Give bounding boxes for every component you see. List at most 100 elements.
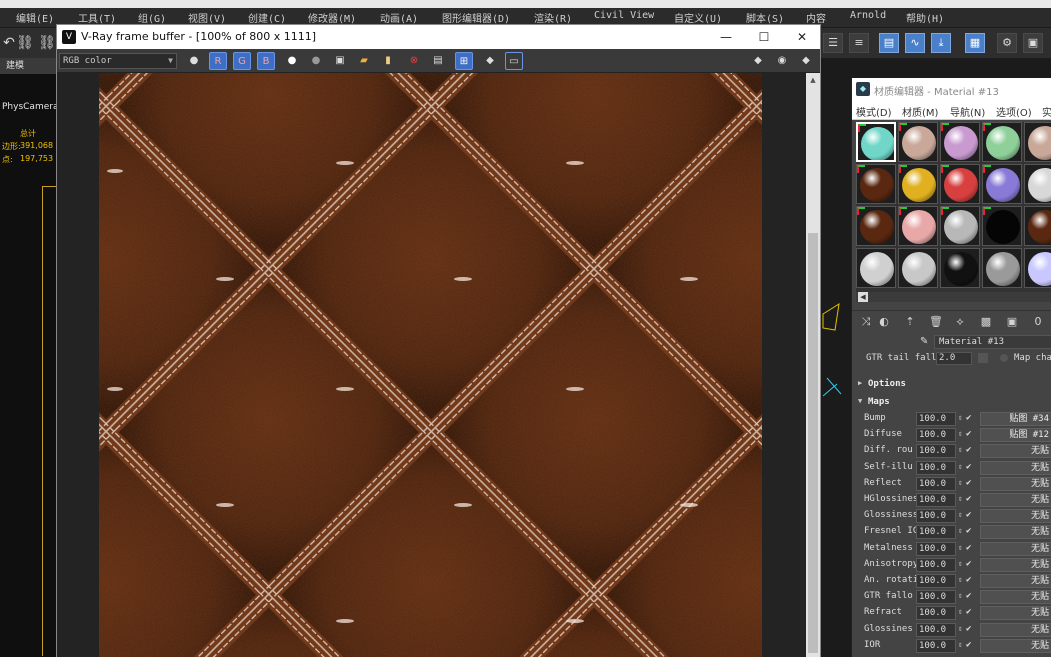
lens-effects-icon[interactable]: ◆ [797, 52, 815, 70]
unlink-icon[interactable]: ⛓ [38, 34, 56, 52]
material-slot[interactable] [898, 122, 938, 162]
red-channel-button[interactable]: R [209, 52, 227, 70]
material-slot[interactable] [1024, 164, 1051, 204]
material-slot[interactable] [982, 248, 1022, 288]
map-enabled-checkbox[interactable]: ✔ [966, 607, 971, 617]
material-slot[interactable] [1024, 206, 1051, 246]
vfb-titlebar[interactable]: V V-Ray frame buffer - [100% of 800 x 11… [57, 25, 820, 49]
scroll-up-icon[interactable]: ▲ [808, 75, 818, 85]
material-editor-titlebar[interactable]: ◆ 材质编辑器 - Material #13 [852, 78, 1051, 100]
history-icon[interactable]: ◉ [773, 52, 791, 70]
map-enabled-checkbox[interactable]: ✔ [966, 478, 971, 488]
material-slot[interactable] [940, 164, 980, 204]
material-slot[interactable] [1024, 248, 1051, 288]
render-frame-icon[interactable]: ▣ [1023, 33, 1043, 53]
save-image-icon[interactable]: ▣ [331, 52, 349, 70]
map-amount-spinner[interactable]: 100.0 [916, 509, 956, 524]
material-slot[interactable] [940, 122, 980, 162]
material-slot[interactable] [982, 206, 1022, 246]
menu-rendering[interactable]: 渲染(R) [534, 10, 572, 25]
vfb-canvas[interactable]: ▲ [57, 73, 820, 657]
map-amount-spinner[interactable]: 100.0 [916, 622, 956, 637]
spinner-arrows-icon[interactable]: ⇕ [958, 526, 963, 535]
menu-animation[interactable]: 动画(A) [380, 10, 418, 25]
blue-channel-button[interactable]: B [257, 52, 275, 70]
menu-civil-view[interactable]: Civil View [594, 10, 654, 21]
menu-tools[interactable]: 工具(T) [78, 10, 116, 25]
spinner-arrows-icon[interactable]: ⇕ [958, 607, 963, 616]
rendered-image[interactable] [99, 73, 762, 657]
sample-slots-scrollbar[interactable]: ◀ [856, 292, 1051, 302]
camera-viewport[interactable]: PhysCamera 总计 边形: 391,068 点: 197,753 [0, 74, 58, 657]
menu-views[interactable]: 视图(V) [188, 10, 226, 25]
map-amount-spinner[interactable]: 100.0 [916, 638, 956, 653]
map-enabled-checkbox[interactable]: ✔ [966, 494, 971, 504]
make-unique-icon[interactable]: ⟡ [952, 314, 968, 330]
map-slot-button[interactable]: 无贴 [980, 541, 1051, 556]
close-icon[interactable]: ✕ [793, 28, 811, 46]
gtr-map-button[interactable] [978, 353, 988, 363]
spinner-arrows-icon[interactable]: ⇕ [958, 413, 963, 422]
render-last-icon[interactable]: ◆ [481, 52, 499, 70]
map-amount-spinner[interactable]: 100.0 [916, 412, 956, 426]
vfb-vertical-scrollbar[interactable]: ▲ [806, 73, 820, 657]
spinner-arrows-icon[interactable]: ⇕ [958, 494, 963, 503]
map-slot-button[interactable]: 贴图 #12 [980, 428, 1051, 443]
map-slot-button[interactable]: 无贴 [980, 606, 1051, 621]
alpha-channel-icon[interactable]: ● [283, 52, 301, 70]
viewport-label[interactable]: PhysCamera [2, 102, 58, 112]
material-slot[interactable] [982, 122, 1022, 162]
spinner-arrows-icon[interactable]: ⇕ [958, 640, 963, 649]
menu-material[interactable]: 材质(M) [902, 104, 938, 119]
map-enabled-checkbox[interactable]: ✔ [966, 640, 971, 650]
map-amount-spinner[interactable]: 100.0 [916, 606, 956, 621]
map-slot-button[interactable]: 贴图 #34 [980, 412, 1051, 426]
toggle-ribbon-icon[interactable]: ▤ [879, 33, 899, 53]
material-slot[interactable] [940, 206, 980, 246]
scroll-thumb[interactable] [808, 233, 818, 653]
map-enabled-checkbox[interactable]: ✔ [966, 429, 971, 439]
menu-group[interactable]: 组(G) [138, 10, 166, 25]
show-corrections-icon[interactable]: ◆ [749, 52, 767, 70]
material-slot[interactable] [898, 164, 938, 204]
menu-options[interactable]: 选项(O) [996, 104, 1032, 119]
map-slot-button[interactable]: 无贴 [980, 493, 1051, 507]
render-setup-icon[interactable]: ⚙ [997, 33, 1017, 53]
map-slot-button[interactable]: 无贴 [980, 460, 1051, 475]
rollout-maps[interactable]: ▼ Maps [852, 396, 1051, 410]
map-enabled-checkbox[interactable]: ✔ [966, 575, 971, 585]
map-slot-button[interactable]: 无贴 [980, 525, 1051, 540]
maximize-icon[interactable]: ☐ [755, 28, 773, 46]
link-icon[interactable]: ⛓ [16, 34, 34, 52]
rollout-options[interactable]: ▶ Options [852, 378, 1051, 392]
scene-explorer-icon[interactable]: ☰ [823, 33, 843, 53]
map-amount-spinner[interactable]: 100.0 [916, 557, 956, 572]
assign-material-icon[interactable]: ⇡ [902, 314, 918, 330]
map-amount-spinner[interactable]: 100.0 [916, 525, 956, 540]
menu-scripting[interactable]: 脚本(S) [746, 10, 784, 25]
perspective-viewport[interactable] [821, 58, 851, 657]
get-material-icon[interactable]: ⤨ [858, 314, 874, 330]
material-slot[interactable] [856, 206, 896, 246]
menu-customize[interactable]: 自定义(U) [674, 10, 722, 25]
material-slot[interactable] [940, 248, 980, 288]
map-slot-button[interactable]: 无贴 [980, 557, 1051, 572]
spinner-arrows-icon[interactable]: ⇕ [958, 624, 963, 633]
spinner-arrows-icon[interactable]: ⇕ [958, 575, 963, 584]
menu-navigation[interactable]: 导航(N) [950, 104, 985, 119]
scroll-left-icon[interactable]: ◀ [858, 292, 868, 302]
material-editor-icon[interactable]: ▦ [965, 33, 985, 53]
green-channel-button[interactable]: G [233, 52, 251, 70]
menu-utilities[interactable]: 实 [1042, 104, 1051, 119]
material-slot[interactable] [898, 248, 938, 288]
link-to-region-icon[interactable]: ▭ [505, 52, 523, 70]
map-enabled-checkbox[interactable]: ✔ [966, 526, 971, 536]
menu-modes[interactable]: 模式(D) [856, 104, 892, 119]
eyedropper-icon[interactable]: ✎ [920, 336, 932, 348]
spinner-arrows-icon[interactable]: ⇕ [958, 429, 963, 438]
color-channels-icon[interactable]: ● [185, 52, 203, 70]
spinner-arrows-icon[interactable]: ⇕ [958, 510, 963, 519]
map-enabled-checkbox[interactable]: ✔ [966, 624, 971, 634]
spinner-arrows-icon[interactable]: ⇕ [958, 462, 963, 471]
map-enabled-checkbox[interactable]: ✔ [966, 462, 971, 472]
